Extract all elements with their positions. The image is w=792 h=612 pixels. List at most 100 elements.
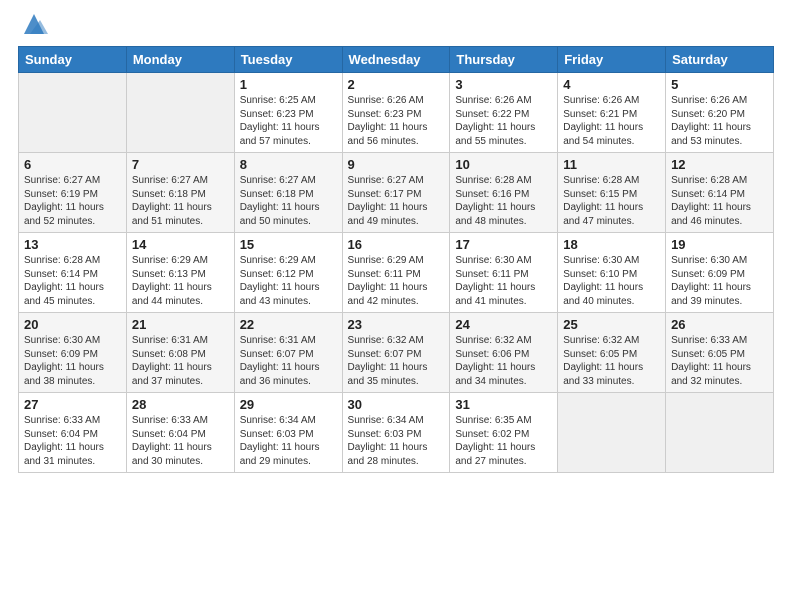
calendar-cell: 30Sunrise: 6:34 AM Sunset: 6:03 PM Dayli…	[342, 393, 450, 473]
weekday-header-wednesday: Wednesday	[342, 47, 450, 73]
day-number: 24	[455, 317, 552, 332]
day-info: Sunrise: 6:28 AM Sunset: 6:15 PM Dayligh…	[563, 174, 660, 228]
day-info: Sunrise: 6:32 AM Sunset: 6:05 PM Dayligh…	[563, 334, 660, 388]
calendar-cell: 20 Sunrise: 6:30 AM Sunset: 6:09 PM Dayli…	[19, 313, 127, 393]
calendar-cell: 27 Sunrise: 6:33 AM Sunset: 6:04 PM Dayli…	[19, 393, 127, 473]
day-number: 16	[348, 237, 445, 252]
day-info: Sunrise: 6:30 AM Sunset: 6:11 PM Dayligh…	[455, 254, 552, 308]
day-number: 14	[132, 237, 229, 252]
day-number: 8	[240, 157, 337, 172]
calendar-cell: 10 Sunrise: 6:28 AM Sunset: 6:16 PM Dayli…	[450, 153, 558, 233]
calendar-cell: 22 Sunrise: 6:31 AM Sunset: 6:07 PM Dayli…	[234, 313, 342, 393]
day-number: 18	[563, 237, 660, 252]
calendar-cell: 17 Sunrise: 6:30 AM Sunset: 6:11 PM Dayli…	[450, 233, 558, 313]
day-number: 20	[24, 317, 121, 332]
calendar-cell	[19, 73, 127, 153]
logo-icon	[20, 10, 48, 38]
day-number: 21	[132, 317, 229, 332]
day-info: Sunrise: 6:30 AM Sunset: 6:09 PM Dayligh…	[24, 334, 121, 388]
calendar-cell: 3Sunrise: 6:26 AM Sunset: 6:22 PM Daylig…	[450, 73, 558, 153]
calendar-cell	[126, 73, 234, 153]
calendar-cell: 1Sunrise: 6:25 AM Sunset: 6:23 PM Daylig…	[234, 73, 342, 153]
calendar-cell: 14 Sunrise: 6:29 AM Sunset: 6:13 PM Dayli…	[126, 233, 234, 313]
day-number: 17	[455, 237, 552, 252]
day-number: 27	[24, 397, 121, 412]
calendar-cell: 16 Sunrise: 6:29 AM Sunset: 6:11 PM Dayli…	[342, 233, 450, 313]
day-info: Sunrise: 6:29 AM Sunset: 6:11 PM Dayligh…	[348, 254, 445, 308]
calendar-week-row: 1Sunrise: 6:25 AM Sunset: 6:23 PM Daylig…	[19, 73, 774, 153]
day-number: 26	[671, 317, 768, 332]
day-info: Sunrise: 6:33 AM Sunset: 6:04 PM Dayligh…	[24, 414, 121, 468]
calendar-cell	[558, 393, 666, 473]
day-number: 10	[455, 157, 552, 172]
weekday-header-monday: Monday	[126, 47, 234, 73]
day-info: Sunrise: 6:30 AM Sunset: 6:09 PM Dayligh…	[671, 254, 768, 308]
calendar-cell: 5Sunrise: 6:26 AM Sunset: 6:20 PM Daylig…	[666, 73, 774, 153]
day-number: 13	[24, 237, 121, 252]
header	[18, 10, 774, 40]
day-info: Sunrise: 6:33 AM Sunset: 6:04 PM Dayligh…	[132, 414, 229, 468]
day-info: Sunrise: 6:26 AM Sunset: 6:23 PM Dayligh…	[348, 94, 445, 148]
day-info: Sunrise: 6:28 AM Sunset: 6:14 PM Dayligh…	[671, 174, 768, 228]
logo	[18, 10, 48, 40]
day-info: Sunrise: 6:34 AM Sunset: 6:03 PM Dayligh…	[240, 414, 337, 468]
calendar-cell: 26 Sunrise: 6:33 AM Sunset: 6:05 PM Dayli…	[666, 313, 774, 393]
calendar-cell: 13Sunrise: 6:28 AM Sunset: 6:14 PM Dayli…	[19, 233, 127, 313]
calendar-cell: 7 Sunrise: 6:27 AM Sunset: 6:18 PM Daylig…	[126, 153, 234, 233]
day-info: Sunrise: 6:32 AM Sunset: 6:06 PM Dayligh…	[455, 334, 552, 388]
calendar-week-row: 6 Sunrise: 6:27 AM Sunset: 6:19 PM Daylig…	[19, 153, 774, 233]
day-info: Sunrise: 6:27 AM Sunset: 6:18 PM Dayligh…	[132, 174, 229, 228]
day-number: 31	[455, 397, 552, 412]
day-number: 1	[240, 77, 337, 92]
day-number: 25	[563, 317, 660, 332]
calendar-cell: 11 Sunrise: 6:28 AM Sunset: 6:15 PM Dayli…	[558, 153, 666, 233]
day-number: 7	[132, 157, 229, 172]
calendar-cell: 2 Sunrise: 6:26 AM Sunset: 6:23 PM Daylig…	[342, 73, 450, 153]
day-number: 19	[671, 237, 768, 252]
calendar-cell: 19 Sunrise: 6:30 AM Sunset: 6:09 PM Dayli…	[666, 233, 774, 313]
calendar-cell: 29Sunrise: 6:34 AM Sunset: 6:03 PM Dayli…	[234, 393, 342, 473]
calendar-week-row: 20 Sunrise: 6:30 AM Sunset: 6:09 PM Dayli…	[19, 313, 774, 393]
calendar-cell: 24 Sunrise: 6:32 AM Sunset: 6:06 PM Dayli…	[450, 313, 558, 393]
calendar-cell: 28Sunrise: 6:33 AM Sunset: 6:04 PM Dayli…	[126, 393, 234, 473]
day-number: 9	[348, 157, 445, 172]
page: SundayMondayTuesdayWednesdayThursdayFrid…	[0, 0, 792, 612]
weekday-header-saturday: Saturday	[666, 47, 774, 73]
calendar-cell: 6 Sunrise: 6:27 AM Sunset: 6:19 PM Daylig…	[19, 153, 127, 233]
day-info: Sunrise: 6:31 AM Sunset: 6:08 PM Dayligh…	[132, 334, 229, 388]
calendar-cell: 21 Sunrise: 6:31 AM Sunset: 6:08 PM Dayli…	[126, 313, 234, 393]
calendar-cell: 8 Sunrise: 6:27 AM Sunset: 6:18 PM Daylig…	[234, 153, 342, 233]
day-number: 2	[348, 77, 445, 92]
day-number: 15	[240, 237, 337, 252]
calendar-table: SundayMondayTuesdayWednesdayThursdayFrid…	[18, 46, 774, 473]
day-info: Sunrise: 6:27 AM Sunset: 6:17 PM Dayligh…	[348, 174, 445, 228]
day-number: 4	[563, 77, 660, 92]
calendar-cell: 12 Sunrise: 6:28 AM Sunset: 6:14 PM Dayli…	[666, 153, 774, 233]
day-number: 23	[348, 317, 445, 332]
day-number: 12	[671, 157, 768, 172]
weekday-header-sunday: Sunday	[19, 47, 127, 73]
day-number: 30	[348, 397, 445, 412]
calendar-cell	[666, 393, 774, 473]
day-number: 3	[455, 77, 552, 92]
day-number: 6	[24, 157, 121, 172]
calendar-cell: 31 Sunrise: 6:35 AM Sunset: 6:02 PM Dayli…	[450, 393, 558, 473]
day-info: Sunrise: 6:27 AM Sunset: 6:18 PM Dayligh…	[240, 174, 337, 228]
day-info: Sunrise: 6:31 AM Sunset: 6:07 PM Dayligh…	[240, 334, 337, 388]
weekday-header-tuesday: Tuesday	[234, 47, 342, 73]
weekday-header-thursday: Thursday	[450, 47, 558, 73]
calendar-cell: 18Sunrise: 6:30 AM Sunset: 6:10 PM Dayli…	[558, 233, 666, 313]
day-info: Sunrise: 6:27 AM Sunset: 6:19 PM Dayligh…	[24, 174, 121, 228]
day-number: 11	[563, 157, 660, 172]
day-info: Sunrise: 6:29 AM Sunset: 6:13 PM Dayligh…	[132, 254, 229, 308]
day-info: Sunrise: 6:35 AM Sunset: 6:02 PM Dayligh…	[455, 414, 552, 468]
weekday-header-friday: Friday	[558, 47, 666, 73]
day-number: 22	[240, 317, 337, 332]
calendar-cell: 23Sunrise: 6:32 AM Sunset: 6:07 PM Dayli…	[342, 313, 450, 393]
calendar-cell: 9 Sunrise: 6:27 AM Sunset: 6:17 PM Daylig…	[342, 153, 450, 233]
day-info: Sunrise: 6:33 AM Sunset: 6:05 PM Dayligh…	[671, 334, 768, 388]
day-info: Sunrise: 6:28 AM Sunset: 6:16 PM Dayligh…	[455, 174, 552, 228]
calendar-cell: 4Sunrise: 6:26 AM Sunset: 6:21 PM Daylig…	[558, 73, 666, 153]
day-number: 5	[671, 77, 768, 92]
calendar-cell: 15Sunrise: 6:29 AM Sunset: 6:12 PM Dayli…	[234, 233, 342, 313]
